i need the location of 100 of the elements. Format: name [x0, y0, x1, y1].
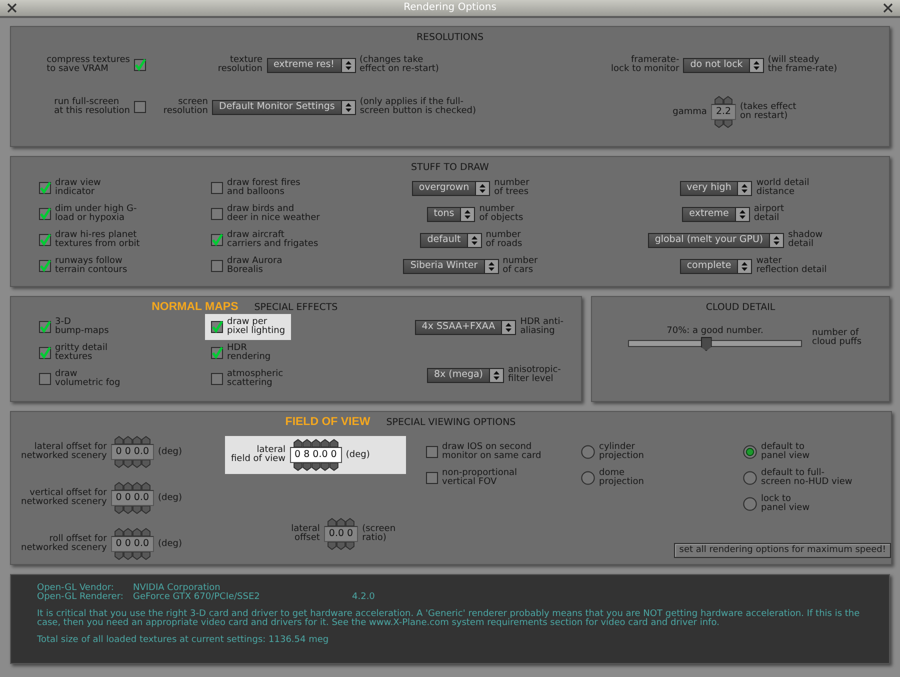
checkbox[interactable]: [39, 347, 51, 359]
dropdown[interactable]: complete: [680, 258, 752, 274]
dropdown-caption: number of cars: [502, 257, 538, 275]
checkbox-label: dim under high G- load or hypoxia: [55, 205, 137, 223]
up-down-arrows-icon: [475, 182, 490, 194]
checkbox[interactable]: [134, 59, 146, 71]
callout-heading: NORMAL MAPS: [152, 301, 238, 313]
checkbox-label: atmospheric scattering: [227, 370, 284, 388]
spinner-field[interactable]: 0 0 0.0: [110, 536, 154, 552]
up-down-arrows-icon: [748, 58, 763, 72]
checkbox-label: non-proportional vertical FOV: [442, 469, 518, 487]
dropdown-label: framerate- lock to monitor: [611, 56, 680, 74]
checkbox[interactable]: [134, 101, 146, 113]
dropdown[interactable]: Default Monitor Settings: [212, 100, 356, 114]
checkbox-label: draw birds and deer in nice weather: [227, 205, 320, 223]
checkbox-label: compress textures to save VRAM: [46, 56, 130, 74]
radio-button[interactable]: [743, 445, 757, 459]
checkbox-label: HDR rendering: [227, 344, 271, 362]
checkbox[interactable]: [39, 182, 51, 194]
max-speed-button[interactable]: set all rendering options for maximum speed!: [674, 542, 891, 558]
close-icon[interactable]: [6, 2, 18, 14]
spinner-label: vertical offset for networked scenery: [21, 489, 107, 507]
dropdown-caption: number of roads: [486, 231, 522, 249]
checkbox[interactable]: [39, 234, 51, 246]
up-down-arrows-icon: [734, 208, 749, 220]
panel-title: STUFF TO DRAW: [411, 163, 489, 173]
dropdown[interactable]: global (melt your GPU): [648, 232, 784, 248]
panel-title: RESOLUTIONS: [416, 33, 484, 43]
dropdown[interactable]: extreme: [682, 206, 750, 222]
checkbox-label: draw Aurora Borealis: [227, 257, 282, 275]
dropdown[interactable]: Siberia Winter: [403, 258, 499, 274]
radio-label: default to full- screen no-HUD view: [761, 469, 852, 487]
dropdown-caption: (changes take effect on re-start): [360, 56, 439, 74]
checkbox-label: run full-screen at this resolution: [54, 98, 130, 116]
spinner-label: lateral offset for networked scenery: [21, 443, 107, 461]
dropdown[interactable]: default: [420, 232, 482, 248]
radio-label: dome projection: [599, 469, 644, 487]
checkbox[interactable]: [39, 260, 51, 272]
info-value: GeForce GTX 670/PCIe/SSE2: [133, 593, 261, 602]
spinner-unit: (screen ratio): [362, 525, 396, 543]
checkbox[interactable]: [39, 373, 51, 385]
spinner-field[interactable]: 0 0 0.0: [110, 444, 154, 460]
spinner-field[interactable]: 0 0 0.0: [110, 490, 154, 506]
up-down-arrows-icon: [484, 260, 498, 272]
texture-size-text: Total size of all loaded textures at current settings: 1136.54 meg: [37, 636, 330, 645]
checkbox-label: draw view indicator: [55, 179, 101, 197]
radio-button[interactable]: [581, 445, 595, 459]
dropdown[interactable]: overgrown: [412, 180, 490, 196]
radio-button[interactable]: [581, 471, 595, 485]
spinner-label: roll offset for networked scenery: [21, 535, 107, 553]
up-down-arrows-icon: [501, 320, 516, 334]
panel-title: CLOUD DETAIL: [706, 303, 776, 313]
checkbox[interactable]: [426, 472, 438, 484]
spinner-label: lateral field of view: [231, 446, 286, 464]
dropdown[interactable]: very high: [680, 180, 752, 196]
checkbox[interactable]: [211, 373, 223, 385]
checkbox[interactable]: [39, 321, 51, 333]
up-down-arrows-icon: [340, 58, 354, 72]
dropdown-label: texture resolution: [218, 56, 262, 74]
radio-button[interactable]: [743, 471, 757, 485]
checkbox[interactable]: [39, 208, 51, 220]
version-text: 4.2.0: [352, 592, 375, 602]
spinner-label: lateral offset: [291, 525, 320, 543]
checkbox[interactable]: [211, 347, 223, 359]
radio-label: cylinder projection: [599, 443, 644, 461]
checkbox[interactable]: [211, 321, 223, 333]
checkbox[interactable]: [211, 260, 223, 272]
radio-label: default to panel view: [761, 443, 810, 461]
spinner-field[interactable]: 0 8 0.0 0: [290, 447, 342, 463]
dropdown[interactable]: 4x SSAA+FXAA: [414, 320, 516, 334]
checkbox[interactable]: [211, 182, 223, 194]
dropdown[interactable]: tons: [426, 206, 476, 222]
dropdown[interactable]: extreme res!: [266, 58, 356, 72]
checkbox-label: draw hi-res planet textures from orbit: [55, 231, 140, 249]
dropdown-caption: (will steady the frame-rate): [768, 56, 838, 74]
up-down-arrows-icon: [737, 182, 752, 194]
dropdown-caption: shadow detail: [788, 231, 823, 249]
spinner-field[interactable]: 0.0 0: [324, 526, 358, 542]
window-title: Rendering Options: [404, 3, 496, 13]
dropdown[interactable]: 8x (mega): [426, 368, 504, 382]
spinner-field[interactable]: 2.2: [710, 104, 736, 120]
close-icon[interactable]: [882, 2, 894, 14]
slider-thumb[interactable]: [700, 337, 712, 351]
checkbox[interactable]: [426, 446, 438, 458]
checkbox[interactable]: [211, 208, 223, 220]
spinner-label: gamma: [672, 108, 707, 116]
up-down-arrows-icon: [466, 234, 481, 246]
radio-button[interactable]: [743, 497, 757, 511]
dropdown[interactable]: do not lock: [683, 58, 764, 72]
checkbox-label: runways follow terrain contours: [55, 257, 128, 275]
checkbox-label: 3-D bump-maps: [55, 318, 109, 336]
dropdown-caption: water reflection detail: [756, 257, 827, 275]
dropdown-caption: anisotropic- filter level: [508, 366, 561, 384]
checkbox-label: draw per pixel lighting: [227, 318, 286, 336]
up-down-arrows-icon: [769, 234, 784, 246]
callout-heading: FIELD OF VIEW: [285, 416, 370, 428]
radio-label: lock to panel view: [761, 495, 810, 513]
slider-caption: number of cloud puffs: [812, 329, 862, 347]
info-label: Open-GL Renderer:: [37, 593, 124, 602]
checkbox[interactable]: [211, 234, 223, 246]
